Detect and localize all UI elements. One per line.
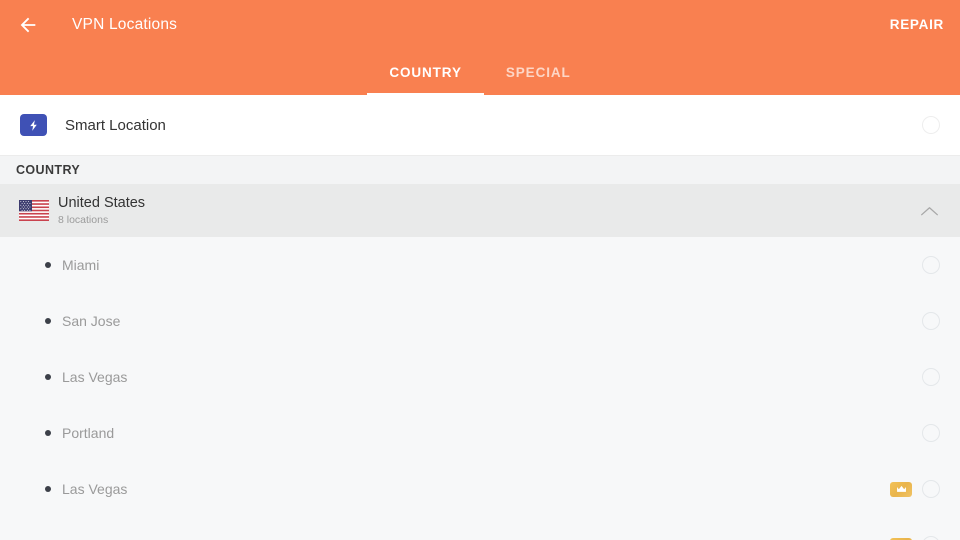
city-radio[interactable] (922, 536, 940, 540)
city-row-san-jose[interactable]: San Jose (0, 293, 960, 349)
smart-location-label: Smart Location (65, 116, 166, 134)
country-text-block: United States 8 locations (58, 195, 145, 227)
smart-location-row[interactable]: Smart Location (0, 95, 960, 156)
bullet-dot-icon (45, 374, 51, 380)
crown-icon (896, 485, 906, 492)
city-radio[interactable] (922, 424, 940, 442)
city-radio[interactable] (922, 256, 940, 274)
lightning-bolt-icon (20, 114, 47, 136)
us-flag-icon (19, 200, 49, 221)
city-row-las-vegas[interactable]: Las Vegas (0, 349, 960, 405)
vpn-locations-screen: VPN Locations REPAIR COUNTRY SPECIAL Sma… (0, 0, 960, 540)
bullet-dot-icon (45, 318, 51, 324)
tab-bar: COUNTRY SPECIAL (0, 49, 960, 95)
city-row-right (922, 237, 940, 293)
country-row-united-states[interactable]: United States 8 locations (0, 184, 960, 237)
city-name: San Jose (62, 313, 121, 329)
city-row-miami[interactable]: Miami (0, 237, 960, 293)
section-header-country: COUNTRY (0, 156, 960, 184)
city-row-right (922, 349, 940, 405)
city-row-las-vegas-premium[interactable]: Las Vegas (0, 461, 960, 517)
country-locations-count: 8 locations (58, 213, 109, 226)
tab-country-label: COUNTRY (389, 64, 462, 80)
city-row-right (922, 293, 940, 349)
arrow-left-icon (20, 17, 36, 32)
city-name: Portland (62, 425, 115, 441)
city-row-right (890, 461, 940, 517)
bullet-dot-icon (45, 486, 51, 492)
app-bar-top: VPN Locations REPAIR (0, 0, 960, 49)
city-row-right (890, 517, 940, 540)
bolt-glyph (30, 119, 37, 131)
smart-location-radio[interactable] (922, 116, 940, 134)
country-collapse-toggle[interactable] (921, 184, 938, 237)
city-radio[interactable] (922, 368, 940, 386)
smart-location-right (922, 95, 940, 155)
city-radio[interactable] (922, 480, 940, 498)
premium-crown-badge[interactable] (890, 481, 912, 497)
app-bar: VPN Locations REPAIR COUNTRY SPECIAL (0, 0, 960, 95)
tab-special[interactable]: SPECIAL (484, 49, 593, 95)
country-name: United States (58, 194, 146, 211)
city-row-new-york-city[interactable]: New York City (0, 517, 960, 540)
city-name: Las Vegas (62, 481, 128, 497)
city-list: Miami San Jose Las Vegas Portland Las Ve… (0, 237, 960, 540)
city-row-right (922, 405, 940, 461)
page-title: VPN Locations (72, 15, 178, 33)
city-name: Miami (62, 257, 100, 273)
back-button[interactable] (0, 0, 56, 49)
city-radio[interactable] (922, 312, 940, 330)
tab-country[interactable]: COUNTRY (367, 49, 484, 95)
bullet-dot-icon (45, 430, 51, 436)
city-name: Las Vegas (62, 369, 128, 385)
city-row-portland[interactable]: Portland (0, 405, 960, 461)
bullet-dot-icon (45, 262, 51, 268)
repair-button[interactable]: REPAIR (890, 0, 944, 49)
tab-special-label: SPECIAL (505, 64, 571, 80)
chevron-up-icon (921, 206, 938, 215)
